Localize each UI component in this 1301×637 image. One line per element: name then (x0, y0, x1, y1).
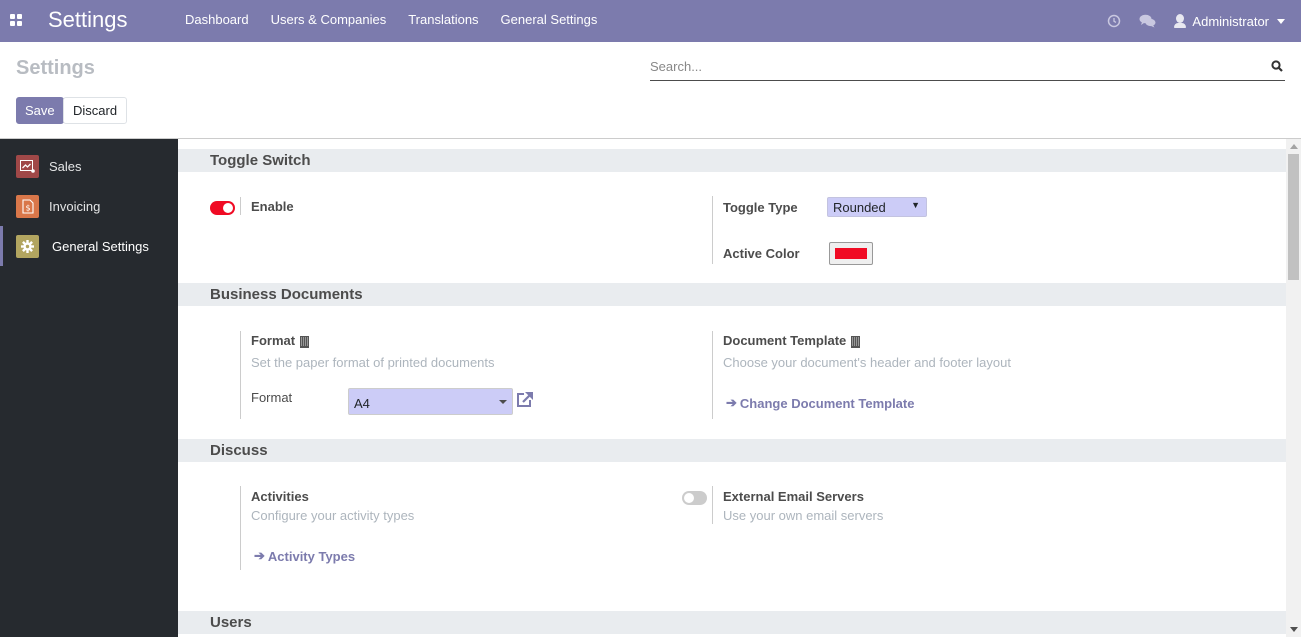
company-icon (300, 335, 310, 348)
link-text: Activity Types (267, 548, 356, 564)
divider (240, 197, 241, 215)
save-button[interactable]: Save (16, 97, 64, 124)
divider (712, 196, 713, 264)
format-title: Format (251, 333, 310, 348)
caret-down-icon (1277, 18, 1285, 24)
section-header-toggle-switch: Toggle Switch (178, 149, 1286, 172)
activities-title: Activities (251, 489, 309, 504)
divider (240, 331, 241, 419)
section-header-business-documents: Business Documents (178, 283, 1286, 306)
search-icon[interactable] (1271, 60, 1283, 72)
external-link-icon[interactable] (515, 391, 534, 409)
discard-button[interactable]: Discard (63, 97, 128, 124)
sidebar-item-label: Sales (49, 158, 82, 174)
apps-menu-icon[interactable] (10, 14, 22, 26)
systray: Administrator (1107, 0, 1301, 42)
external-email-toggle[interactable] (682, 491, 707, 505)
dropdown-arrow-icon: ▼ (911, 200, 920, 210)
top-navbar: Settings Dashboard Users & Companies Tra… (0, 0, 1301, 42)
activity-types-link[interactable]: ➔ Activity Types (254, 548, 355, 564)
color-swatch (835, 248, 867, 259)
search-input[interactable] (650, 54, 1250, 78)
format-field-label: Format (251, 390, 293, 405)
section-header-users: Users (178, 611, 1286, 634)
document-template-description: Choose your document's header and footer… (723, 355, 1011, 370)
external-email-title: External Email Servers (723, 489, 864, 504)
enable-toggle[interactable] (210, 201, 235, 215)
scroll-down-arrow-icon[interactable] (1290, 627, 1298, 632)
link-text: Change Document Template (739, 395, 915, 411)
active-color-label: Active Color (723, 246, 800, 261)
external-email-description: Use your own email servers (723, 508, 884, 523)
active-color-picker[interactable] (829, 242, 873, 265)
dropdown-arrow-icon (499, 400, 507, 404)
settings-sidebar: Sales $ Invoicing General Settings (0, 139, 178, 637)
sidebar-item-sales[interactable]: Sales (0, 146, 178, 186)
app-title: Settings (48, 7, 128, 32)
main-menu: Dashboard Users & Companies Translations… (185, 12, 619, 27)
toggle-type-value: Rounded (833, 200, 886, 215)
menu-translations[interactable]: Translations (408, 12, 478, 27)
search-bar (650, 54, 1285, 81)
menu-general-settings[interactable]: General Settings (501, 12, 598, 27)
settings-content: Toggle Switch Enable Toggle Type Rounded… (178, 139, 1286, 637)
divider (240, 486, 241, 570)
arrow-right-icon: ➔ (254, 548, 265, 563)
svg-text:$: $ (25, 203, 30, 212)
format-value: A4 (354, 396, 370, 411)
menu-dashboard[interactable]: Dashboard (185, 12, 249, 27)
divider (712, 486, 713, 524)
toggle-type-select[interactable]: Rounded ▼ (827, 197, 927, 217)
clock-icon[interactable] (1107, 14, 1121, 28)
sidebar-item-general-settings[interactable]: General Settings (0, 226, 178, 266)
sales-chart-icon (16, 154, 39, 178)
user-name: Administrator (1192, 13, 1269, 29)
sidebar-item-invoicing[interactable]: $ Invoicing (0, 186, 178, 226)
document-template-title: Document Template (723, 333, 861, 348)
user-avatar-icon (1174, 14, 1187, 28)
section-header-discuss: Discuss (178, 439, 1286, 462)
change-document-template-link[interactable]: ➔ Change Document Template (726, 395, 914, 411)
section-title: Users (210, 614, 252, 631)
activities-description: Configure your activity types (251, 508, 415, 523)
document-template-title-text: Document Template (723, 333, 847, 348)
toggle-type-label: Toggle Type (723, 200, 798, 215)
format-description: Set the paper format of printed document… (251, 355, 495, 370)
sidebar-item-label: General Settings (52, 238, 149, 254)
sidebar-item-label: Invoicing (49, 198, 101, 214)
format-select[interactable]: A4 (348, 388, 513, 415)
section-title: Discuss (210, 442, 268, 459)
content-scrollbar[interactable] (1286, 139, 1301, 637)
enable-label: Enable (251, 199, 294, 214)
section-title: Business Documents (210, 286, 363, 303)
arrow-right-icon: ➔ (726, 395, 737, 410)
gear-icon (16, 234, 39, 258)
invoice-dollar-icon: $ (16, 194, 39, 218)
company-icon (851, 335, 861, 348)
page-title: Settings (16, 57, 95, 79)
menu-users-companies[interactable]: Users & Companies (271, 12, 387, 27)
control-panel: Settings Save Discard (0, 42, 1301, 139)
divider (712, 331, 713, 419)
chat-icon[interactable] (1139, 14, 1156, 28)
scroll-thumb[interactable] (1288, 154, 1299, 280)
user-menu[interactable]: Administrator (1174, 14, 1285, 29)
section-title: Toggle Switch (210, 152, 311, 169)
scroll-up-arrow-icon[interactable] (1290, 144, 1298, 149)
format-title-text: Format (251, 333, 296, 348)
